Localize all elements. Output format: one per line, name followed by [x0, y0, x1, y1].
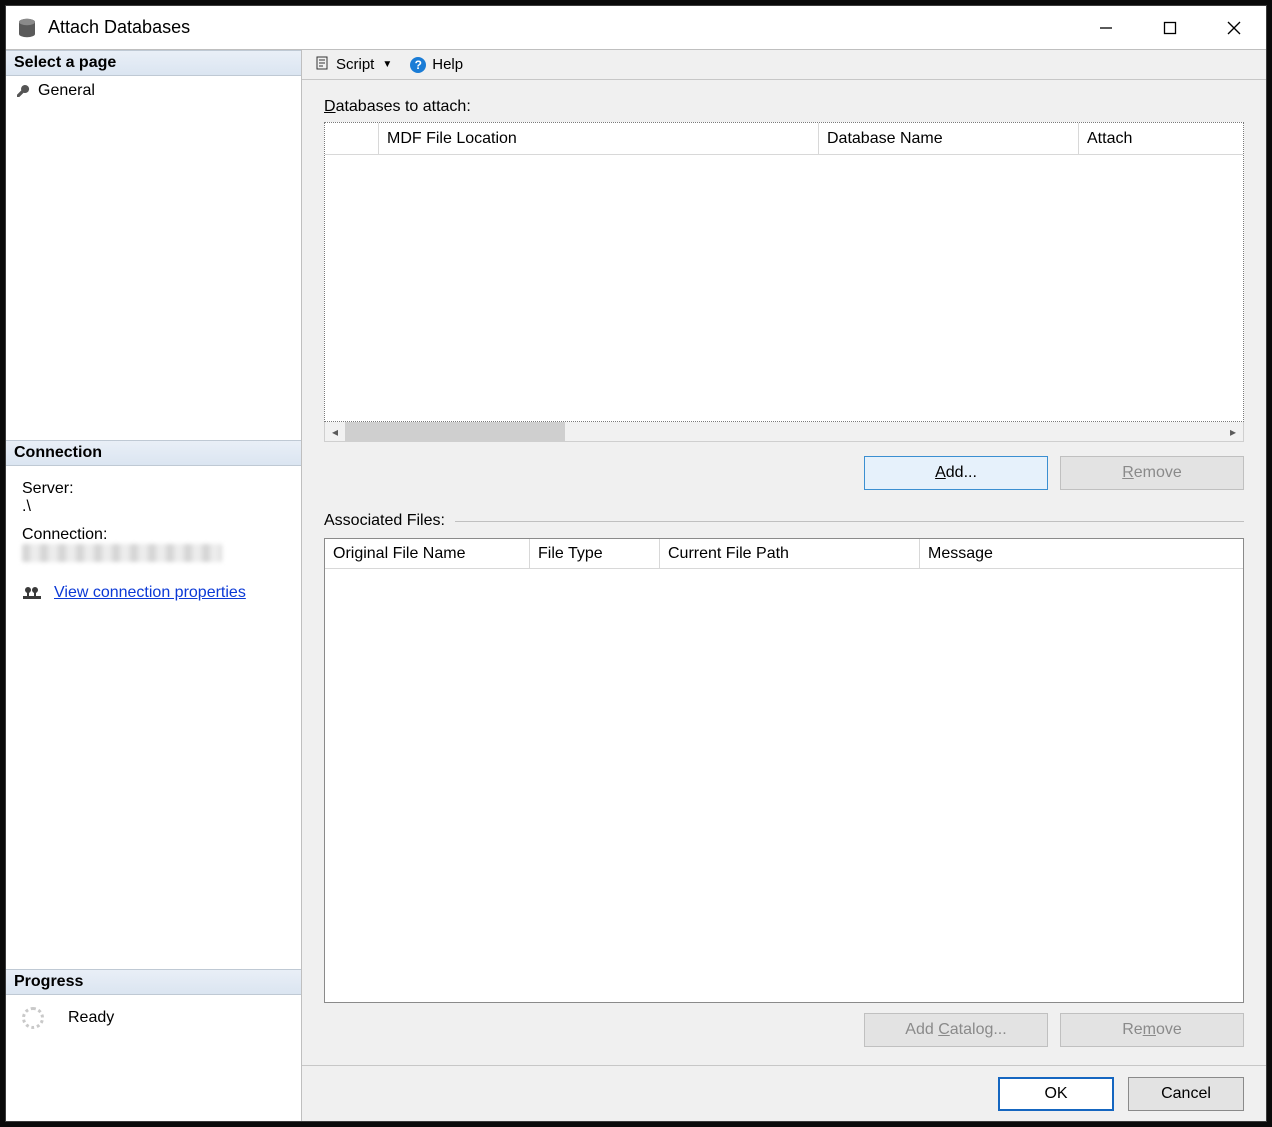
server-value: .\ [22, 498, 285, 516]
dialog-footer: OK Cancel [302, 1065, 1266, 1121]
connection-label: Connection: [22, 526, 285, 544]
col-attach[interactable]: Attach [1079, 123, 1243, 155]
page-item-label: General [38, 82, 95, 100]
databases-grid-hscrollbar[interactable]: ◂ ▸ [324, 422, 1244, 442]
databases-grid[interactable]: MDF File Location Database Name Attach [324, 122, 1244, 422]
titlebar: Attach Databases [6, 6, 1266, 50]
connection-info: Server: .\ Connection: [6, 466, 301, 613]
maximize-button[interactable] [1138, 6, 1202, 49]
connection-properties-icon [22, 583, 42, 603]
wrench-icon [14, 84, 32, 98]
col-mdf-file-location[interactable]: MDF File Location [379, 123, 819, 155]
scroll-thumb[interactable] [345, 422, 565, 441]
col-current-file-path[interactable]: Current File Path [660, 539, 920, 569]
col-database-name[interactable]: Database Name [819, 123, 1079, 155]
script-icon [316, 56, 330, 74]
select-page-header: Select a page [6, 50, 301, 76]
close-button[interactable] [1202, 6, 1266, 49]
associated-files-grid[interactable]: Original File Name File Type Current Fil… [324, 538, 1244, 1003]
ok-button[interactable]: OK [998, 1077, 1114, 1111]
scroll-track[interactable] [345, 422, 1223, 441]
databases-to-attach-label: Databases to attach: [324, 98, 1244, 116]
page-item-general[interactable]: General [6, 80, 301, 102]
database-icon [16, 17, 38, 39]
help-button[interactable]: ? Help [404, 54, 469, 75]
remove-button[interactable]: Remove [1060, 456, 1244, 490]
add-button[interactable]: Add... [864, 456, 1048, 490]
page-list: General [6, 76, 301, 440]
scroll-left-icon[interactable]: ◂ [325, 422, 345, 441]
connection-value [22, 544, 285, 567]
toolbar: Script ▼ ? Help [302, 50, 1266, 80]
databases-grid-header: MDF File Location Database Name Attach [325, 123, 1243, 155]
col-file-type[interactable]: File Type [530, 539, 660, 569]
associated-files-header: Original File Name File Type Current Fil… [325, 539, 1243, 569]
minimize-button[interactable] [1074, 6, 1138, 49]
window-controls [1074, 6, 1266, 49]
progress-status: Ready [68, 1009, 114, 1027]
server-label: Server: [22, 480, 285, 498]
help-icon: ? [410, 57, 426, 73]
help-label: Help [432, 56, 463, 73]
divider [455, 521, 1244, 522]
cancel-button[interactable]: Cancel [1128, 1077, 1244, 1111]
associated-files-label: Associated Files: [324, 512, 445, 530]
connection-header: Connection [6, 440, 301, 466]
grid-row-selector-header [325, 123, 379, 155]
col-message[interactable]: Message [920, 539, 1243, 569]
remove-file-button[interactable]: Remove [1060, 1013, 1244, 1047]
dialog-window: Attach Databases Select a page [5, 5, 1267, 1122]
progress-header: Progress [6, 969, 301, 995]
script-label: Script [336, 56, 374, 73]
window-title: Attach Databases [48, 17, 1074, 38]
view-connection-properties-link[interactable]: View connection properties [54, 584, 246, 602]
chevron-down-icon: ▼ [382, 59, 392, 70]
script-dropdown[interactable]: Script ▼ [310, 54, 398, 76]
sidebar: Select a page General Connection Server:… [6, 50, 302, 1121]
scroll-right-icon[interactable]: ▸ [1223, 422, 1243, 441]
add-catalog-button[interactable]: Add Catalog... [864, 1013, 1048, 1047]
content-pane: Script ▼ ? Help Databases to attach: [302, 50, 1266, 1121]
progress-spinner-icon [22, 1007, 44, 1029]
col-original-file-name[interactable]: Original File Name [325, 539, 530, 569]
